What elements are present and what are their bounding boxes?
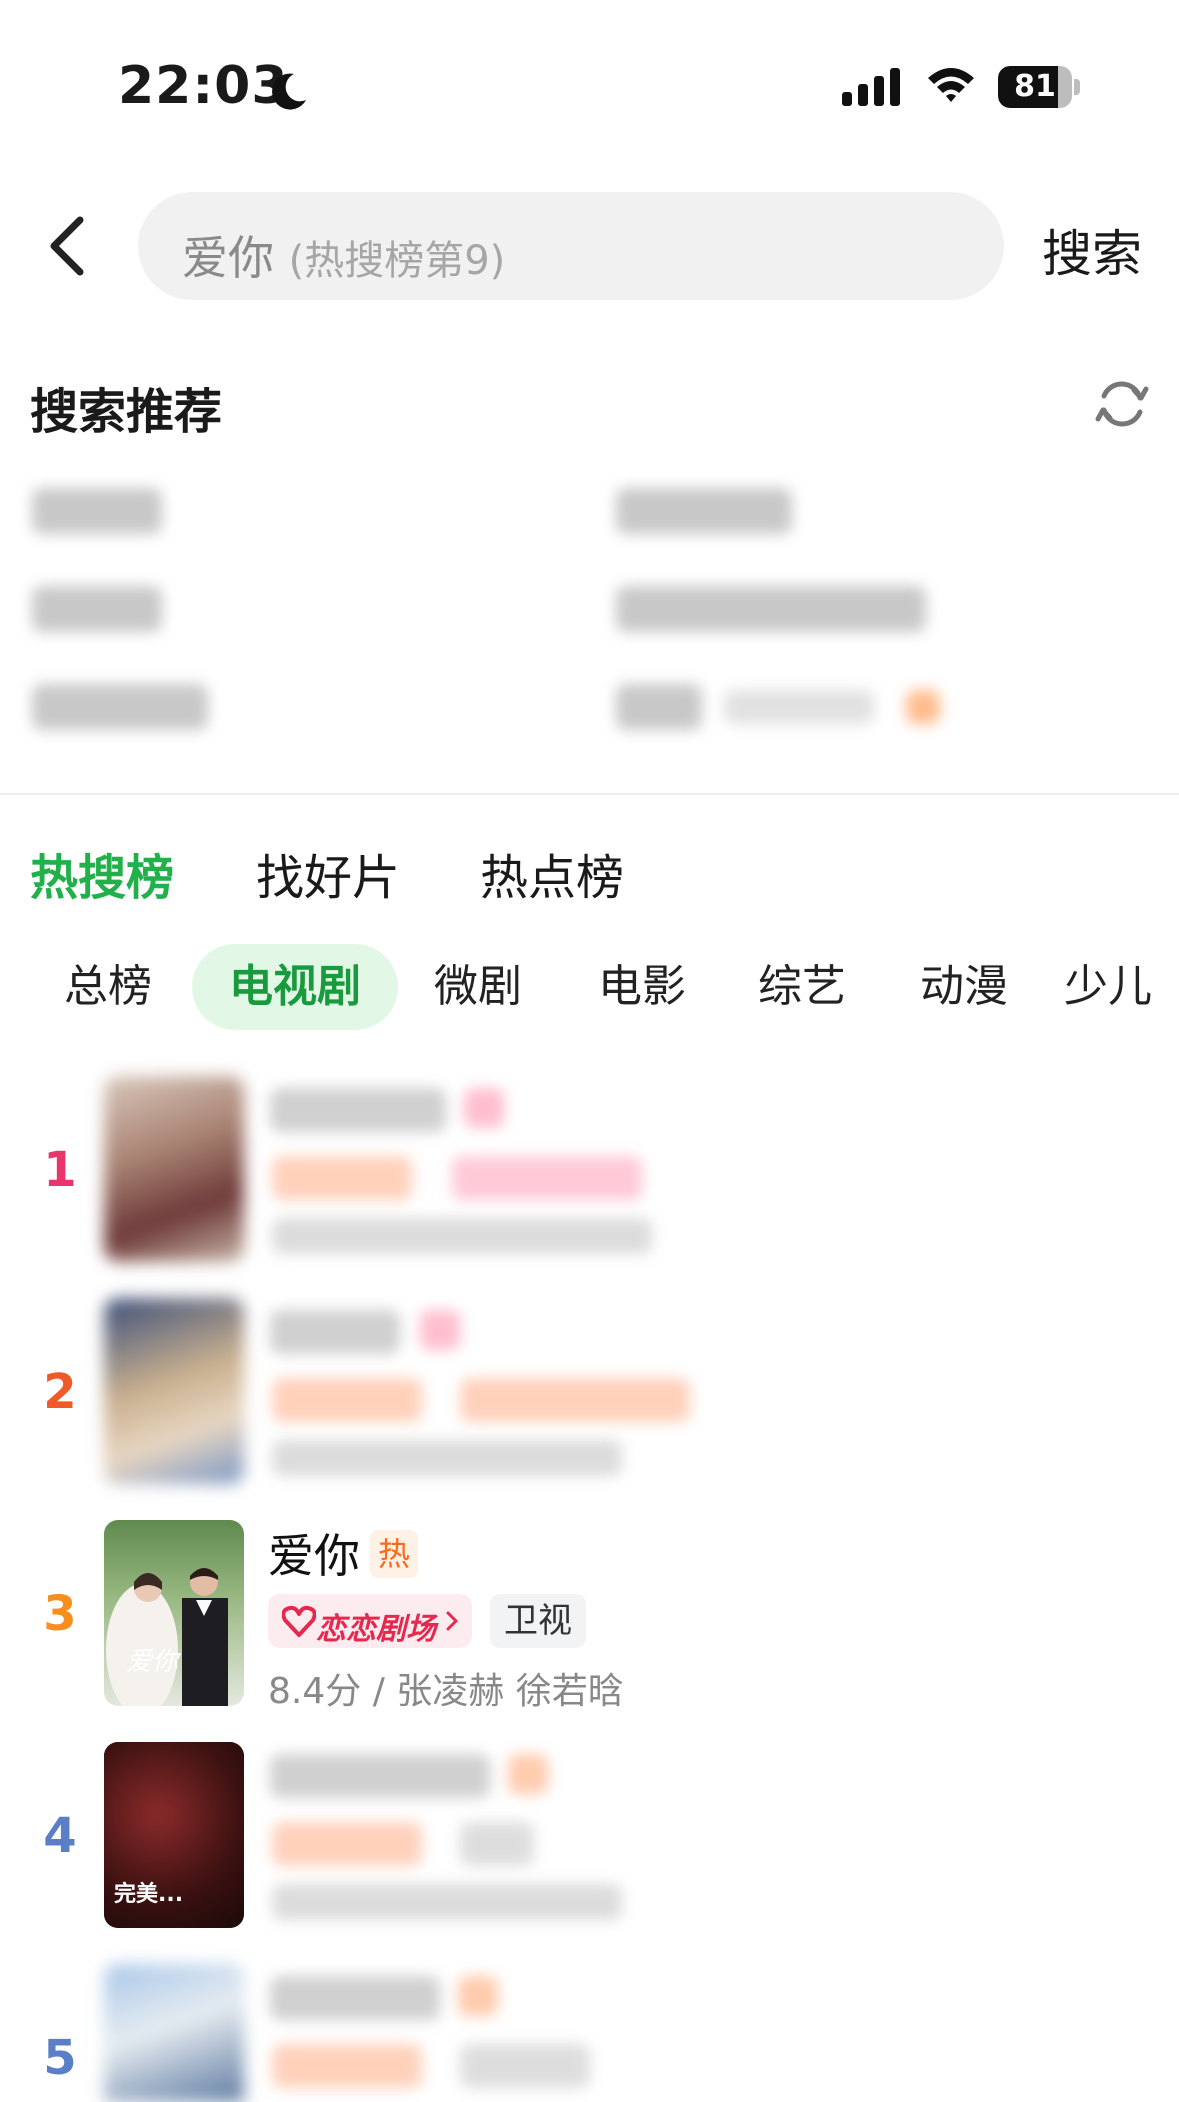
rank-number: 1 [43, 1142, 77, 1198]
poster-image [104, 1076, 244, 1262]
recommend-item[interactable] [616, 488, 792, 534]
section-divider [0, 793, 1179, 795]
meta-placeholder [272, 1218, 652, 1254]
badge-placeholder [458, 1976, 498, 2016]
search-input[interactable]: 爱你 (热搜榜第9) [138, 192, 1004, 300]
recommend-item[interactable] [32, 488, 162, 534]
chip-movie[interactable]: 电影 [582, 944, 702, 1030]
recommend-item[interactable] [616, 684, 702, 730]
recommend-item-extra [724, 690, 874, 724]
tv-station-tag: 卫视 [490, 1594, 586, 1648]
search-hint: (热搜榜第9) [288, 238, 506, 284]
chip-kids[interactable]: 少儿 [1064, 944, 1179, 1030]
poster-image: 完美... [104, 1742, 244, 1928]
show-title: 爱你 [268, 1529, 360, 1583]
battery-percent: 81 [1014, 69, 1056, 104]
tag-placeholder [272, 1156, 412, 1200]
title-placeholder [270, 1754, 490, 1798]
channel-tag[interactable]: 恋恋剧场 [268, 1594, 472, 1648]
back-arrow-icon[interactable] [46, 214, 86, 278]
tag-placeholder [460, 1822, 534, 1866]
recommend-item[interactable] [616, 586, 926, 632]
wifi-icon [928, 68, 974, 102]
tag-placeholder [272, 2044, 422, 2088]
meta-placeholder [272, 1884, 622, 1920]
chip-tv[interactable]: 电视剧 [192, 944, 398, 1030]
svg-text:爱你: 爱你 [126, 1647, 182, 1677]
signal-icon [842, 68, 900, 106]
recommend-item[interactable] [32, 586, 162, 632]
meta-placeholder [272, 1440, 622, 1476]
recommend-item[interactable] [32, 684, 208, 730]
chip-variety[interactable]: 综艺 [742, 944, 862, 1030]
search-button[interactable]: 搜索 [1042, 214, 1142, 286]
tag-placeholder [460, 2044, 590, 2088]
search-placeholder: 爱你 (热搜榜第9) [182, 222, 505, 288]
rank-number: 4 [43, 1808, 77, 1864]
search-query: 爱你 [182, 231, 274, 285]
show-meta: 8.4分 / 张凌赫 徐若晗 [268, 1671, 624, 1712]
tag-placeholder [460, 1378, 690, 1422]
tag-placeholder [272, 1378, 422, 1422]
badge-placeholder [420, 1310, 460, 1350]
chevron-right-icon [446, 1611, 458, 1631]
title-placeholder [270, 1088, 446, 1132]
refresh-icon[interactable] [1094, 376, 1150, 432]
rank-number: 3 [43, 1586, 77, 1642]
recommend-item-badge [906, 690, 940, 724]
chip-micro-drama[interactable]: 微剧 [418, 944, 538, 1030]
battery-icon: 81 [998, 66, 1080, 108]
category-chip-row: 总榜 电视剧 微剧 电影 综艺 动漫 少儿 [0, 944, 1179, 1030]
title-placeholder [270, 1310, 400, 1354]
recommend-title: 搜索推荐 [30, 384, 223, 440]
channel-tag-label: 恋恋剧场 [316, 1612, 436, 1647]
hot-badge: 热 [370, 1530, 418, 1578]
tag-placeholder [452, 1156, 642, 1200]
tag-placeholder [272, 1822, 422, 1866]
title-placeholder [270, 1976, 440, 2020]
moon-icon [272, 73, 306, 110]
chip-all[interactable]: 总榜 [48, 944, 168, 1030]
tab-find-good[interactable]: 找好片 [256, 838, 400, 908]
poster-image [104, 1964, 244, 2102]
rank-number: 2 [43, 1364, 77, 1420]
status-bar: 22:03 81 [0, 0, 1179, 160]
status-time: 22:03 [118, 56, 289, 116]
poster-image [104, 1298, 244, 1484]
poster-caption: 完美... [114, 1882, 184, 1907]
badge-placeholder [508, 1754, 548, 1794]
poster-image: 爱你 [104, 1520, 244, 1706]
rank-number: 5 [43, 2030, 77, 2086]
badge-placeholder [464, 1088, 504, 1128]
heart-logo-icon [282, 1605, 316, 1637]
tab-hot-topics[interactable]: 热点榜 [480, 838, 624, 908]
tab-hot-search[interactable]: 热搜榜 [30, 838, 174, 908]
chip-anime[interactable]: 动漫 [904, 944, 1024, 1030]
